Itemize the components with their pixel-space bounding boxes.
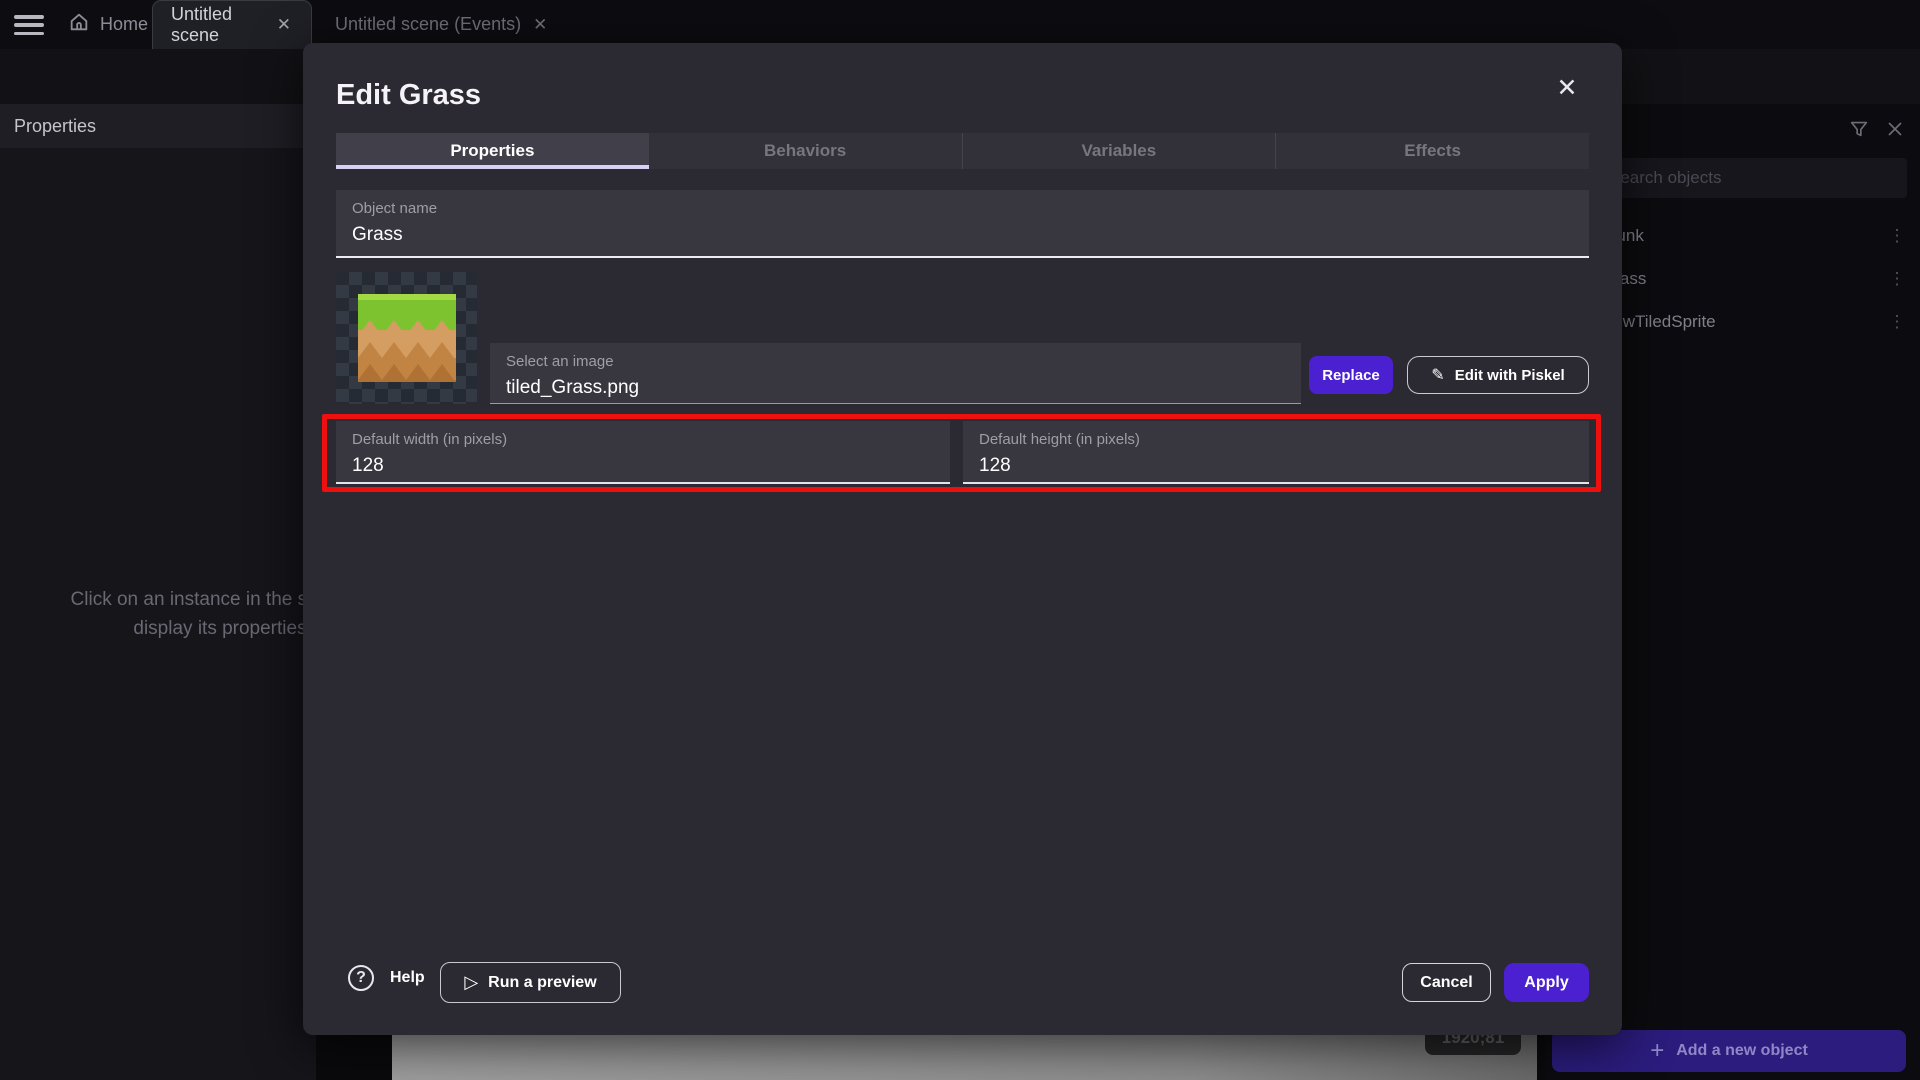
dialog-tab-bar: Properties Behaviors Variables Effects bbox=[336, 133, 1589, 169]
tab-properties[interactable]: Properties bbox=[336, 133, 649, 169]
app-window: Home Untitled scene ✕ Untitled scene (Ev… bbox=[0, 0, 1920, 1080]
kebab-menu-icon[interactable]: ⋮ bbox=[1888, 226, 1906, 246]
tab-effects[interactable]: Effects bbox=[1276, 133, 1589, 169]
filter-icon[interactable] bbox=[1848, 118, 1870, 140]
default-width-label: Default width (in pixels) bbox=[352, 431, 934, 448]
grass-tile-image bbox=[358, 294, 456, 382]
kebab-menu-icon[interactable]: ⋮ bbox=[1888, 269, 1906, 289]
default-width-value: 128 bbox=[352, 455, 934, 477]
tab-variables[interactable]: Variables bbox=[963, 133, 1277, 169]
plus-icon: + bbox=[1650, 1037, 1664, 1065]
help-group: ? Help bbox=[348, 965, 425, 991]
pencil-icon: ✎ bbox=[1431, 365, 1444, 385]
object-name-field-label: Object name bbox=[352, 200, 1573, 217]
help-label[interactable]: Help bbox=[390, 969, 425, 987]
add-new-object-button[interactable]: + Add a new object bbox=[1552, 1030, 1906, 1072]
edit-with-piskel-label: Edit with Piskel bbox=[1455, 367, 1565, 384]
tab-untitled-scene[interactable]: Untitled scene ✕ bbox=[152, 0, 312, 49]
cancel-button[interactable]: Cancel bbox=[1402, 963, 1491, 1002]
top-tab-bar: Home Untitled scene ✕ Untitled scene (Ev… bbox=[0, 0, 1920, 49]
edit-with-piskel-button[interactable]: ✎ Edit with Piskel bbox=[1407, 356, 1589, 394]
close-tab-icon[interactable]: ✕ bbox=[275, 15, 293, 35]
help-icon[interactable]: ? bbox=[348, 965, 374, 991]
main-menu-icon[interactable] bbox=[12, 13, 46, 37]
play-icon: ▷ bbox=[464, 972, 478, 993]
tab-home-label: Home bbox=[100, 14, 148, 35]
object-name-field[interactable]: Object name Grass bbox=[336, 190, 1589, 258]
tab-untitled-scene-label: Untitled scene bbox=[171, 4, 265, 46]
default-height-value: 128 bbox=[979, 455, 1573, 477]
object-name-field-value: Grass bbox=[352, 224, 1573, 246]
close-dialog-icon[interactable]: ✕ bbox=[1548, 69, 1586, 107]
select-image-field-value: tiled_Grass.png bbox=[506, 377, 1285, 399]
kebab-menu-icon[interactable]: ⋮ bbox=[1888, 312, 1906, 332]
tab-untitled-scene-events[interactable]: Untitled scene (Events) ✕ bbox=[317, 0, 665, 49]
default-width-field[interactable]: Default width (in pixels) 128 bbox=[336, 421, 950, 484]
search-objects-placeholder: Search objects bbox=[1609, 168, 1721, 188]
dialog-title: Edit Grass bbox=[336, 79, 481, 112]
select-image-field-label: Select an image bbox=[506, 353, 1285, 370]
tab-behaviors[interactable]: Behaviors bbox=[649, 133, 963, 169]
replace-image-button[interactable]: Replace bbox=[1309, 356, 1393, 394]
default-height-field[interactable]: Default height (in pixels) 128 bbox=[963, 421, 1589, 484]
scene-canvas[interactable] bbox=[392, 1035, 1537, 1080]
properties-panel: Properties Click on an instance in the s… bbox=[0, 104, 316, 1080]
add-new-object-label: Add a new object bbox=[1676, 1042, 1808, 1060]
select-image-field[interactable]: Select an image tiled_Grass.png bbox=[490, 343, 1301, 404]
properties-panel-title: Properties bbox=[0, 104, 316, 148]
default-height-label: Default height (in pixels) bbox=[979, 431, 1573, 448]
run-preview-label: Run a preview bbox=[488, 974, 596, 992]
home-icon bbox=[68, 11, 90, 38]
run-preview-button[interactable]: ▷ Run a preview bbox=[440, 962, 621, 1003]
apply-button[interactable]: Apply bbox=[1504, 963, 1589, 1002]
tab-untitled-scene-events-label: Untitled scene (Events) bbox=[335, 14, 521, 35]
edit-grass-dialog: Edit Grass ✕ Properties Behaviors Variab… bbox=[303, 43, 1622, 1035]
close-panel-icon[interactable] bbox=[1884, 118, 1906, 140]
close-tab-icon[interactable]: ✕ bbox=[531, 15, 549, 35]
sprite-thumbnail bbox=[336, 272, 477, 404]
